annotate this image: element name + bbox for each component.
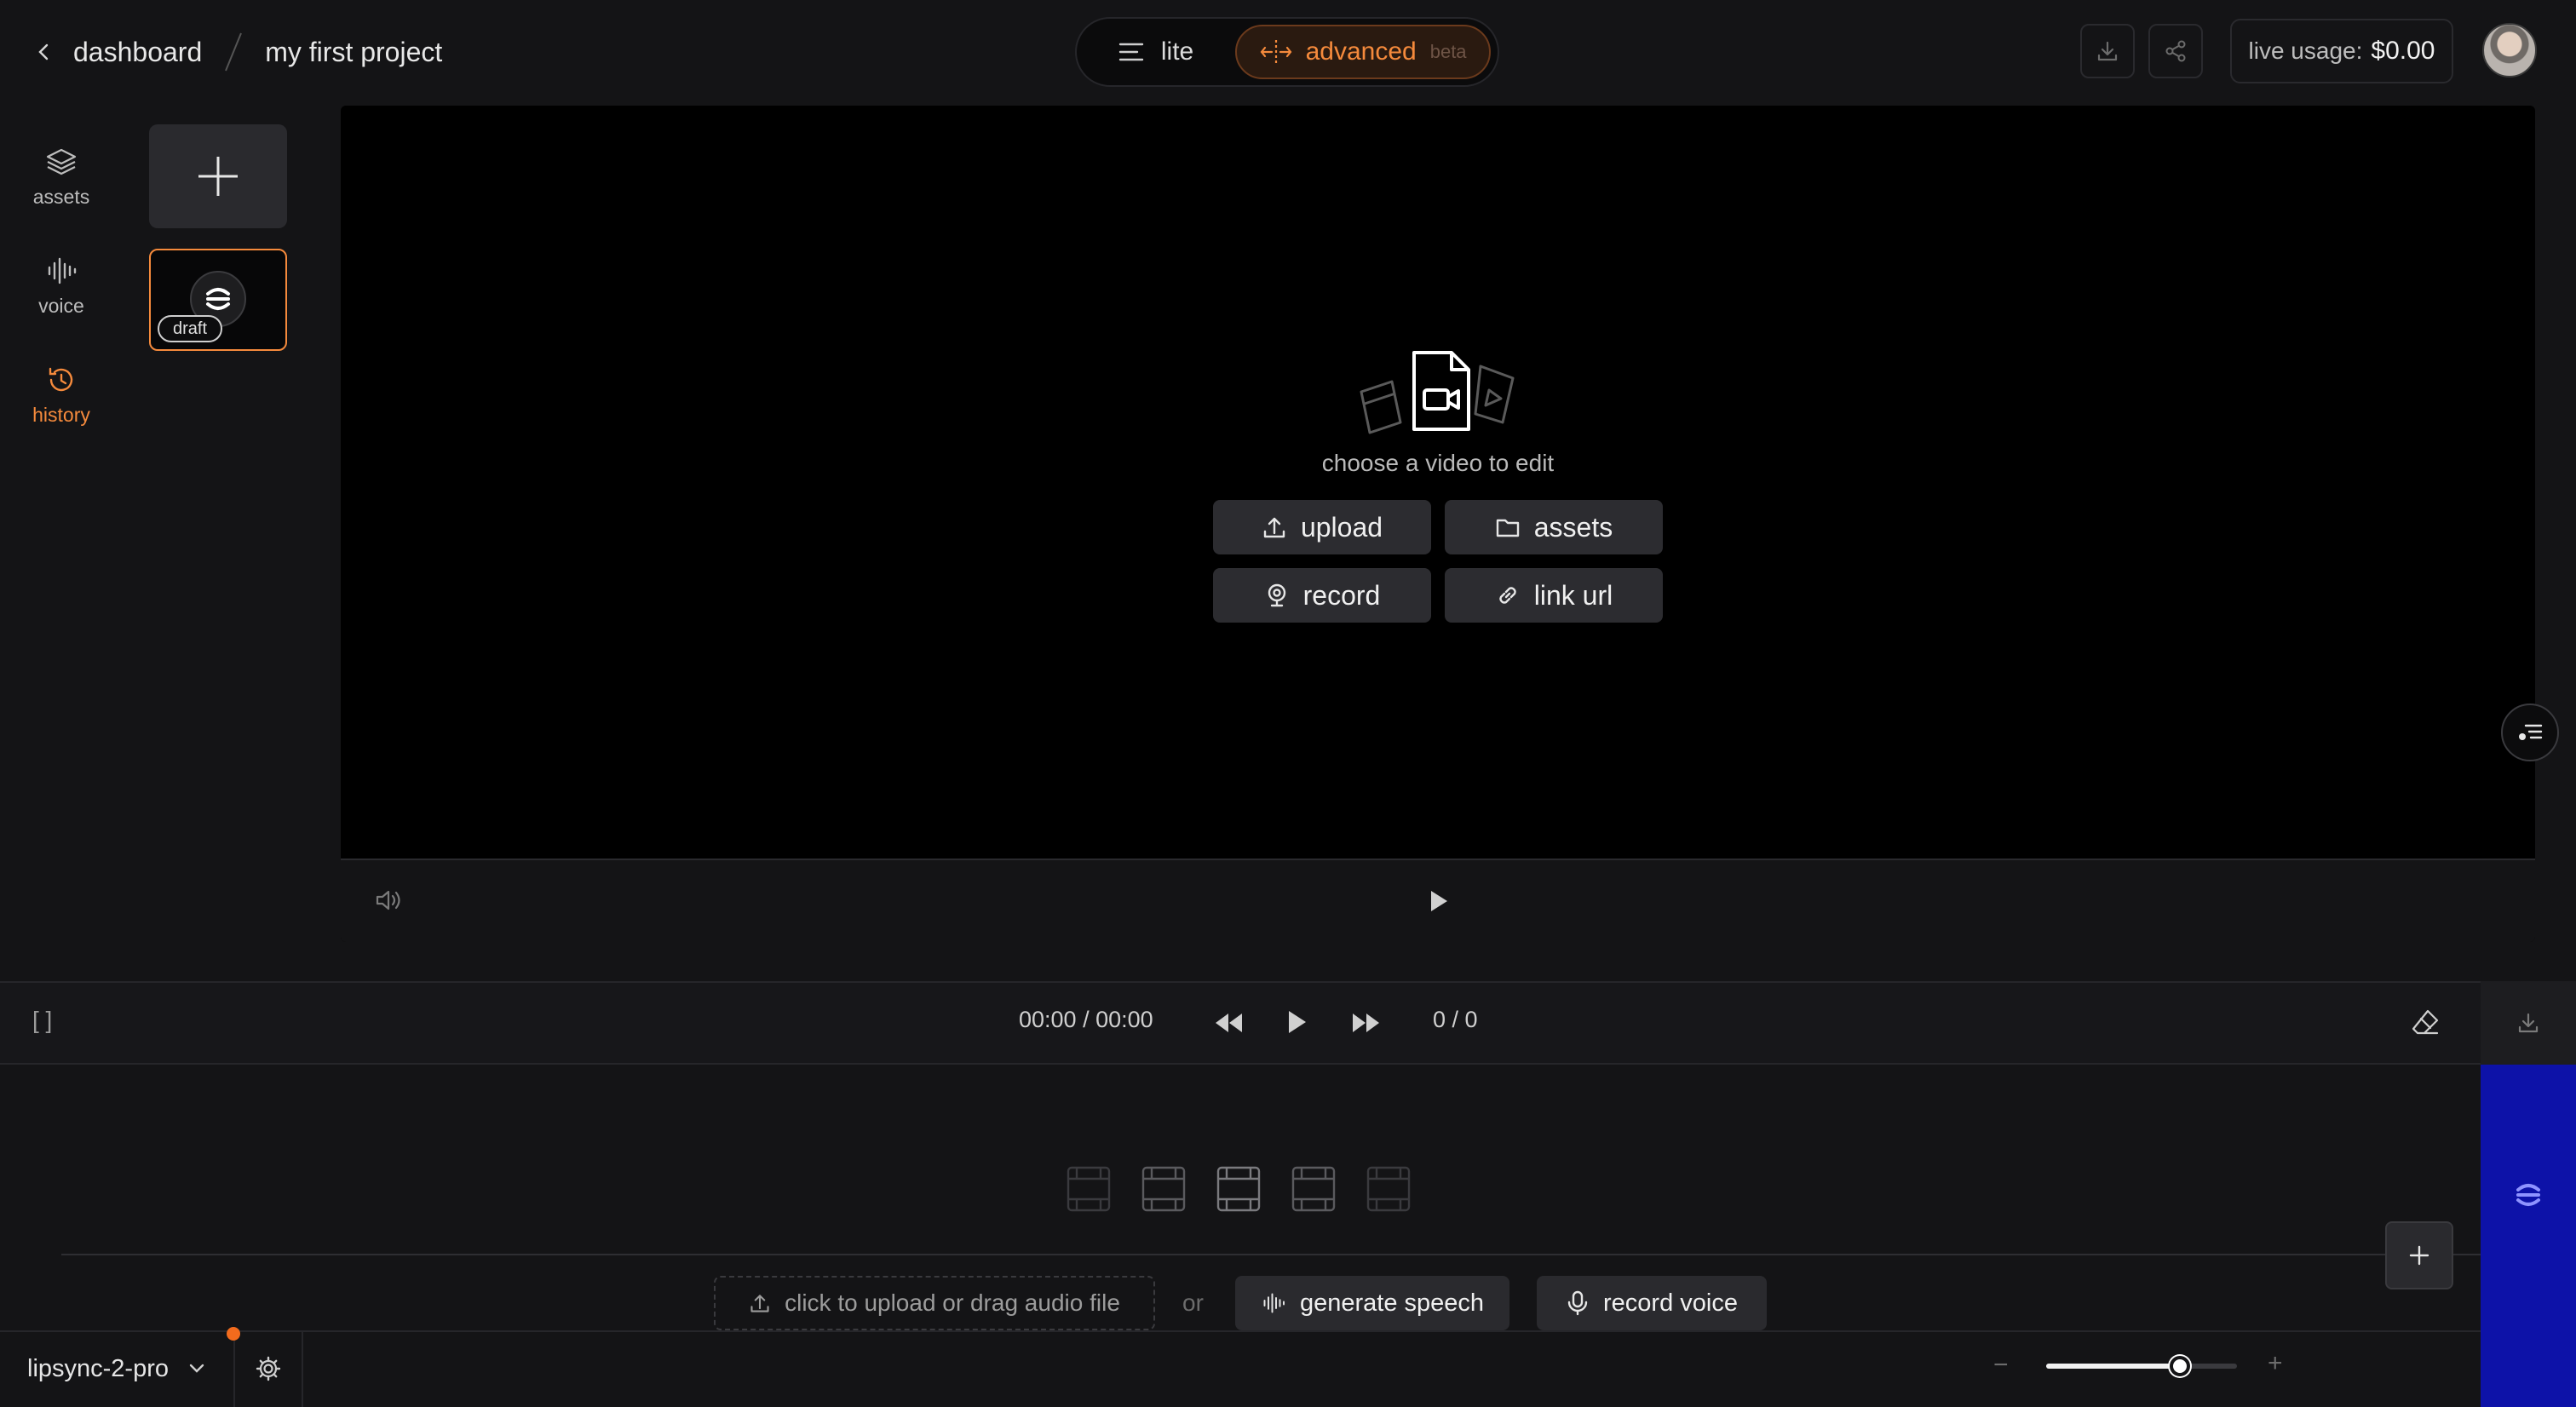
assets-label: assets [1533,511,1613,543]
audio-upload-dropzone[interactable]: click to upload or drag audio file [714,1276,1155,1330]
gear-icon [256,1356,281,1381]
audio-upload-label: click to upload or drag audio file [785,1289,1120,1316]
fit-brackets-button[interactable]: [ ] [32,1007,52,1034]
mode-lite-label: lite [1160,37,1194,66]
record-voice-button[interactable]: record voice [1537,1276,1767,1330]
avatar[interactable] [2482,23,2537,78]
history-icon [44,363,78,397]
share-button[interactable] [2148,24,2203,78]
usage-value: $0.00 [2371,37,2435,65]
bottom-bar [0,1330,2481,1407]
zoom-out-button[interactable]: − [1993,1351,2009,1380]
download-icon [2096,39,2119,63]
live-usage[interactable]: live usage: $0.00 [2230,19,2453,83]
film-strip-icon [1067,1165,1414,1213]
nav-history-label: history [32,404,90,426]
plus-icon [2408,1244,2430,1266]
link-url-button[interactable]: link url [1445,568,1663,623]
track-divider [61,1254,2481,1255]
assets-video-button[interactable]: assets [1445,500,1663,554]
breadcrumb-separator [225,32,243,72]
model-label: lipsync-2-pro [27,1354,169,1382]
draft-project-tile[interactable]: draft [149,249,287,351]
back-chevron-icon[interactable] [34,42,55,62]
chevron-down-icon [187,1359,206,1378]
record-video-button[interactable]: record [1213,568,1431,623]
record-label: record [1302,579,1381,611]
nav-assets[interactable]: assets [17,145,106,209]
nav-voice-label: voice [38,295,84,317]
video-prompt: choose a video to edit [1321,450,1555,476]
webcam-icon [1264,583,1290,608]
dashboard-link[interactable]: dashboard [73,37,202,68]
mode-lite-button[interactable]: lite [1084,25,1228,79]
video-canvas[interactable] [341,106,2535,942]
record-voice-label: record voice [1603,1289,1738,1317]
draft-badge: draft [158,315,223,342]
add-project-button[interactable] [149,124,287,228]
link-icon [1495,583,1521,608]
microphone-icon [1566,1290,1590,1316]
side-brand-panel [2481,1065,2576,1407]
lines-icon [1118,42,1144,62]
export-download-button[interactable] [2481,981,2576,1065]
volume-icon[interactable] [375,887,402,913]
upload-icon [749,1292,771,1314]
zoom-slider-handle[interactable] [2170,1356,2190,1376]
zoom-in-button[interactable]: + [2268,1349,2283,1378]
generate-speech-button[interactable]: generate speech [1235,1276,1509,1330]
link-url-label: link url [1533,579,1613,611]
eraser-icon[interactable] [2411,1008,2440,1036]
captions-list-icon [2516,718,2544,747]
mode-advanced-button[interactable]: advanced beta [1235,25,1491,79]
generate-speech-label: generate speech [1299,1289,1485,1317]
project-title[interactable]: my first project [265,37,442,68]
share-icon [2164,39,2188,63]
model-select[interactable]: lipsync-2-pro [0,1330,235,1407]
or-label: or [1182,1289,1204,1316]
video-play-icon[interactable] [1428,888,1450,914]
rewind-icon[interactable] [1213,1010,1245,1036]
fast-forward-icon[interactable] [1349,1010,1382,1036]
nav-assets-label: assets [32,186,90,208]
mode-toggle: lite advanced beta [1075,17,1499,87]
beta-badge: beta [1429,41,1467,62]
upload-video-button[interactable]: upload [1213,500,1431,554]
timecode: 00:00 / 00:00 [1019,1007,1153,1032]
mode-advanced-label: advanced [1305,37,1417,66]
settings-button[interactable] [235,1330,303,1407]
zoom-slider-fill [2046,1364,2180,1369]
captions-toggle-button[interactable] [2501,704,2559,761]
upload-icon [1262,514,1287,540]
video-file-icon [1356,349,1521,438]
add-track-button[interactable] [2385,1221,2453,1289]
nav-voice[interactable]: voice [17,254,106,318]
breadcrumb: dashboard my first project [34,26,442,78]
download-icon [2516,1011,2540,1035]
waveform-icon [44,254,78,288]
timeline-play-icon[interactable] [1286,1008,1308,1036]
segment-counter: 0 / 0 [1433,1007,1478,1032]
waveform-icon [1261,1290,1286,1316]
sync-logo-icon [2511,1178,2545,1212]
layers-icon [44,145,78,179]
usage-label: live usage: [2248,37,2363,64]
plus-icon [195,153,241,199]
split-arrows-icon [1260,38,1292,66]
nav-history[interactable]: history [17,363,106,427]
download-button[interactable] [2080,24,2135,78]
folder-icon [1495,514,1521,540]
upload-label: upload [1300,511,1383,543]
